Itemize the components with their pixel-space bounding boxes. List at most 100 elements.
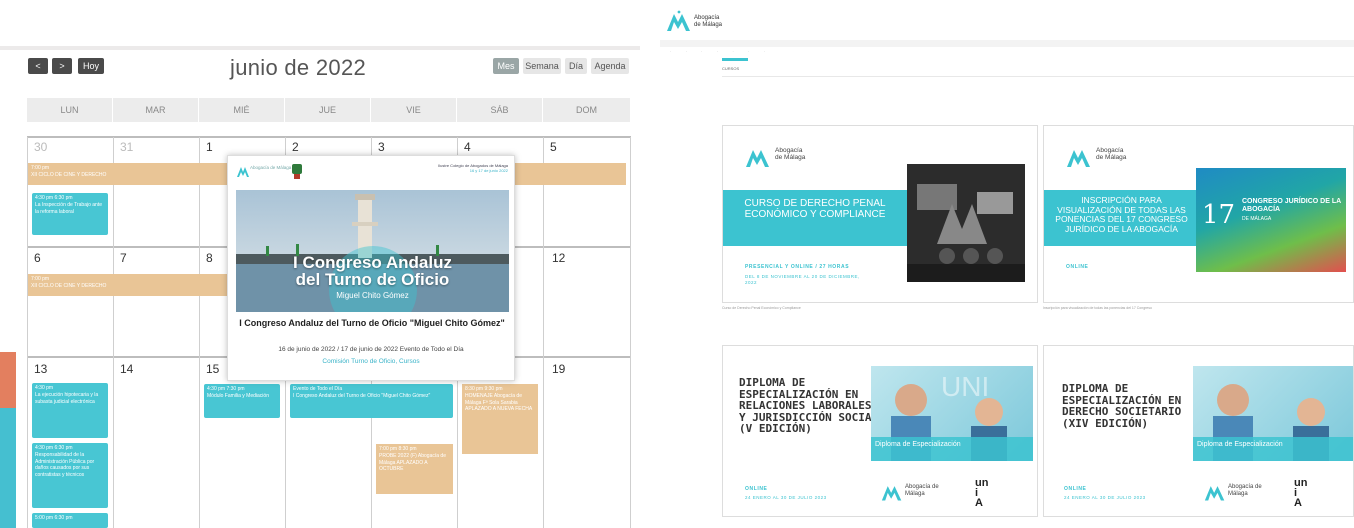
next-month-button[interactable]: >: [52, 58, 72, 74]
card-logo-text: Abogacía de Málaga: [775, 147, 806, 161]
side-accent-strip: [0, 408, 16, 528]
calendar-month-title: junio de 2022: [230, 55, 367, 80]
promo-label: Diploma de Especialización: [1193, 437, 1353, 461]
view-month-button[interactable]: Mes: [493, 58, 519, 74]
abogacia-logo-icon: [237, 167, 249, 177]
nav-item[interactable]: ·: [733, 50, 734, 54]
day-number[interactable]: 3: [378, 140, 385, 154]
nav-item[interactable]: ·: [686, 50, 687, 54]
abogacia-logo-icon[interactable]: [666, 10, 692, 32]
course-dates: 24 ENERO AL 30 DE JULIO 2023: [745, 495, 827, 500]
view-agenda-button[interactable]: Agenda: [591, 58, 629, 74]
photo-title-line-2: del Turno de Oficio: [295, 270, 450, 289]
day-number[interactable]: 5: [550, 140, 557, 154]
weekday-tue: MAR: [113, 98, 199, 122]
course-dates: DEL 8 DE NOVIEMBRE AL 20 DE DICIEMBRE, 2…: [745, 274, 860, 285]
today-button[interactable]: Hoy: [78, 58, 104, 74]
calendar-event[interactable]: 4:30 pm 7:30 pm Módulo Familia y Mediaci…: [204, 384, 280, 418]
brand-name[interactable]: Abogacía de Málaga: [694, 15, 724, 28]
calendar-top-divider: [0, 46, 640, 50]
card-logo-text: Abogacía de Málaga: [1096, 147, 1127, 161]
abogacia-logo-icon: [1204, 486, 1225, 501]
nav-item[interactable]: ·: [701, 50, 702, 54]
congress-promo-image: 17 CONGRESO JURÍDICO DE LA ABOGACÍA DE M…: [1196, 168, 1346, 272]
photo-title: I Congreso Andaluz del Turno de Oficio: [236, 254, 509, 288]
popup-org-label: Abogacía de Málaga: [250, 165, 292, 170]
day-number[interactable]: 13: [34, 362, 47, 376]
event-detail-popup[interactable]: Abogacía de Málaga Ilustre Colegio de Ab…: [227, 155, 515, 381]
course-card-laborales[interactable]: DIPLOMA DE ESPECIALIZACIÓN EN RELACIONES…: [722, 345, 1038, 517]
photo-title-line-1: I Congreso Andaluz: [293, 253, 452, 272]
abogacia-logo-icon: [746, 150, 769, 167]
calendar-event[interactable]: 5:00 pm 6:30 pm: [32, 513, 108, 528]
seminar-photo: [907, 164, 1025, 282]
day-number[interactable]: 1: [206, 140, 213, 154]
calendar-event[interactable]: 8:30 pm 9:30 pm HOMENAJE Abogacía de Mál…: [462, 384, 538, 454]
course-dates: 24 ENERO AL 30 DE JULIO 2023: [1064, 495, 1146, 500]
nav-item[interactable]: ·: [748, 50, 749, 54]
popup-event-title[interactable]: I Congreso Andaluz del Turno de Oficio "…: [234, 318, 510, 328]
week-divider: [27, 136, 631, 138]
view-week-button[interactable]: Semana: [523, 58, 561, 74]
day-number[interactable]: 6: [34, 251, 41, 265]
day-divider: [27, 137, 28, 528]
calendar-event[interactable]: 4:30 pm La ejecución hipotecaria y la su…: [32, 383, 108, 438]
view-day-button[interactable]: Día: [565, 58, 587, 74]
course-caption[interactable]: Curso de Derecho Penal Económico y Compl…: [722, 306, 922, 311]
day-number[interactable]: 8: [206, 251, 213, 265]
diploma-title[interactable]: DIPLOMA DE ESPECIALIZACIÓN EN DERECHO SO…: [1062, 383, 1202, 429]
section-divider: [722, 76, 1354, 77]
section-title: CURSOS: [722, 66, 740, 71]
day-number[interactable]: 7: [120, 251, 127, 265]
course-modality: PRESENCIAL Y ONLINE / 27 HORAS: [745, 264, 850, 270]
calendar-event[interactable]: 4:30 pm 6:30 pm La Inspección de Trabajo…: [32, 193, 108, 235]
diploma-promo-image: Diploma de Especialización: [1193, 366, 1353, 461]
day-divider: [199, 137, 200, 528]
calendar-event-continuation[interactable]: [515, 163, 626, 185]
course-title-band[interactable]: INSCRIPCIÓN PARA VISUALIZACIÓN DE TODAS …: [1044, 190, 1199, 246]
day-number[interactable]: 30: [34, 140, 47, 154]
calendar-event[interactable]: 7:00 pm XII CICLO DE CINE Y DERECHO: [28, 163, 228, 185]
nav-item[interactable]: ·: [717, 50, 718, 54]
prev-month-button[interactable]: <: [28, 58, 48, 74]
day-number[interactable]: 19: [552, 362, 565, 376]
nav-item[interactable]: ·: [764, 50, 765, 54]
diploma-promo-image: UNI Diploma de Especialización: [871, 366, 1033, 461]
popup-event-category-link[interactable]: Comisión Turno de Oficio, Cursos: [228, 358, 514, 365]
svg-text:UNI: UNI: [941, 371, 989, 402]
day-number[interactable]: 31: [120, 140, 133, 154]
card-logo-text: Abogacía de Málaga: [1228, 484, 1262, 497]
calendar-event[interactable]: 7:00 pm 8:30 pm PROBE 2022 (F) Abogacía …: [376, 444, 453, 494]
course-title-band[interactable]: CURSO DE DERECHO PENAL ECONÓMICO Y COMPL…: [723, 190, 907, 246]
university-logo: un i A: [1294, 477, 1308, 509]
course-modality: ONLINE: [745, 486, 768, 492]
course-catalog-page: Abogacía de Málaga · · · · · · · CURSOS …: [660, 0, 1354, 528]
day-number[interactable]: 2: [292, 140, 299, 154]
promo-subtitle: DE MÁLAGA: [1242, 216, 1272, 222]
course-card-penal[interactable]: Abogacía de Málaga CURSO DE DERECHO PENA…: [722, 125, 1038, 303]
university-logo: un i A: [975, 477, 989, 509]
weekday-sun: DOM: [543, 98, 631, 122]
day-number[interactable]: 14: [120, 362, 133, 376]
popup-header-right: Ilustre Colegio de Abogados de Málaga 16…: [438, 163, 508, 173]
day-number[interactable]: 12: [552, 251, 565, 265]
diploma-title[interactable]: DIPLOMA DE ESPECIALIZACIÓN EN RELACIONES…: [739, 377, 879, 435]
nav-item[interactable]: ·: [670, 50, 671, 54]
course-card-societario[interactable]: DIPLOMA DE ESPECIALIZACIÓN EN DERECHO SO…: [1043, 345, 1354, 517]
calendar-event[interactable]: 4:30 pm 6:30 pm Responsabilidad de la Ad…: [32, 443, 108, 508]
event-calendar: < > Hoy junio de 2022 Mes Semana Día Age…: [0, 0, 640, 528]
weekday-wed: MIÉ: [199, 98, 285, 122]
day-number[interactable]: 15: [206, 362, 219, 376]
section-accent-bar: [722, 58, 748, 61]
calendar-event[interactable]: Evento de Todo el Día I Congreso Andaluz…: [290, 384, 453, 418]
card-logo-text: Abogacía de Málaga: [905, 484, 939, 497]
promo-number: 17: [1202, 200, 1236, 230]
weekday-fri: VIE: [371, 98, 457, 122]
calendar-event[interactable]: 7:00 pm XII CICLO DE CINE Y DERECHO: [28, 274, 228, 296]
day-divider: [113, 137, 114, 528]
course-card-congreso[interactable]: Abogacía de Málaga INSCRIPCIÓN PARA VISU…: [1043, 125, 1354, 303]
course-caption[interactable]: Inscripción para visualización de todas …: [1043, 306, 1263, 311]
day-number[interactable]: 4: [464, 140, 471, 154]
day-divider: [630, 137, 631, 528]
popup-event-date: 16 de junio de 2022 / 17 de junio de 202…: [278, 346, 464, 353]
